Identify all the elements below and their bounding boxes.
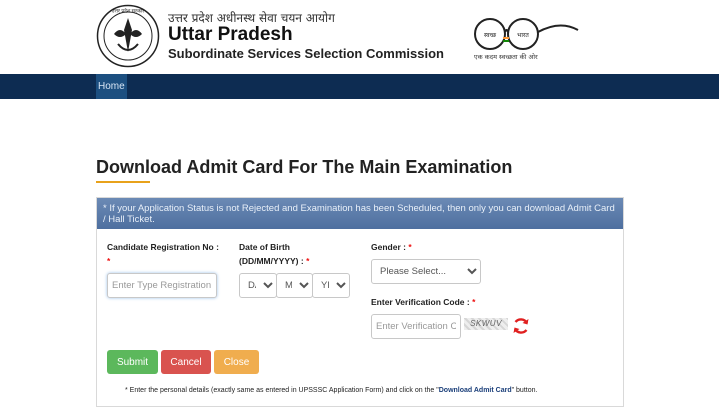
site-title: Uttar Pradesh xyxy=(168,24,293,45)
registration-label-text: Candidate Registration No : xyxy=(107,242,219,252)
submit-button[interactable]: Submit xyxy=(107,350,158,374)
nav-home-link[interactable]: Home xyxy=(96,74,127,99)
captcha-image: SKWUV xyxy=(464,318,508,330)
dob-required-mark: * xyxy=(306,256,310,266)
instruction-note: * Enter the personal details (exactly sa… xyxy=(125,387,537,394)
refresh-captcha-icon[interactable] xyxy=(511,316,531,336)
page-title: Download Admit Card For The Main Examina… xyxy=(96,157,513,177)
eligibility-notice: * If your Application Status is not Reje… xyxy=(97,198,623,229)
registration-required-mark: * xyxy=(107,256,111,266)
gender-select[interactable]: Please Select... xyxy=(371,259,481,284)
registration-number-input[interactable] xyxy=(107,273,217,298)
registration-label: Candidate Registration No : * xyxy=(107,240,227,268)
seal-text: उत्तर प्रदेश सरकार xyxy=(112,8,145,15)
main-navbar: Home xyxy=(0,74,719,99)
verification-code-input[interactable] xyxy=(371,314,461,339)
swachh-left-text: स्वच्छ xyxy=(484,33,497,39)
swachh-tagline: एक कदम स्वच्छता की ओर xyxy=(474,53,538,61)
dob-month-select[interactable]: MONTH xyxy=(276,273,313,298)
captcha-label: Enter Verification Code : * xyxy=(371,295,475,309)
captcha-label-text: Enter Verification Code : xyxy=(371,297,470,307)
cancel-button[interactable]: Cancel xyxy=(161,350,211,374)
instruction-note-suffix: " button. xyxy=(511,387,538,394)
instruction-note-link-text: Download Admit Card xyxy=(438,387,512,394)
up-government-seal-icon: उत्तर प्रदेश सरकार xyxy=(96,4,160,68)
close-button[interactable]: Close xyxy=(214,350,259,374)
gender-label: Gender : * xyxy=(371,240,412,254)
gender-label-text: Gender : xyxy=(371,242,406,252)
swachh-right-text: भारत xyxy=(517,33,529,39)
gender-required-mark: * xyxy=(408,242,412,252)
site-subtitle: Subordinate Services Selection Commissio… xyxy=(168,46,444,61)
dob-label-text: Date of Birth (DD/MM/YYYY) : xyxy=(239,242,304,266)
instruction-note-prefix: * Enter the personal details (exactly sa… xyxy=(125,387,439,394)
admit-card-form-panel: * If your Application Status is not Reje… xyxy=(96,197,624,407)
title-underline xyxy=(96,181,150,183)
dob-year-select[interactable]: YEAR xyxy=(312,273,350,298)
site-header: उत्तर प्रदेश सरकार उत्तर प्रदेश अधीनस्थ … xyxy=(0,0,719,74)
dob-day-select[interactable]: DAY xyxy=(239,273,277,298)
captcha-required-mark: * xyxy=(472,297,476,307)
dob-label: Date of Birth (DD/MM/YYYY) : * xyxy=(239,240,329,268)
